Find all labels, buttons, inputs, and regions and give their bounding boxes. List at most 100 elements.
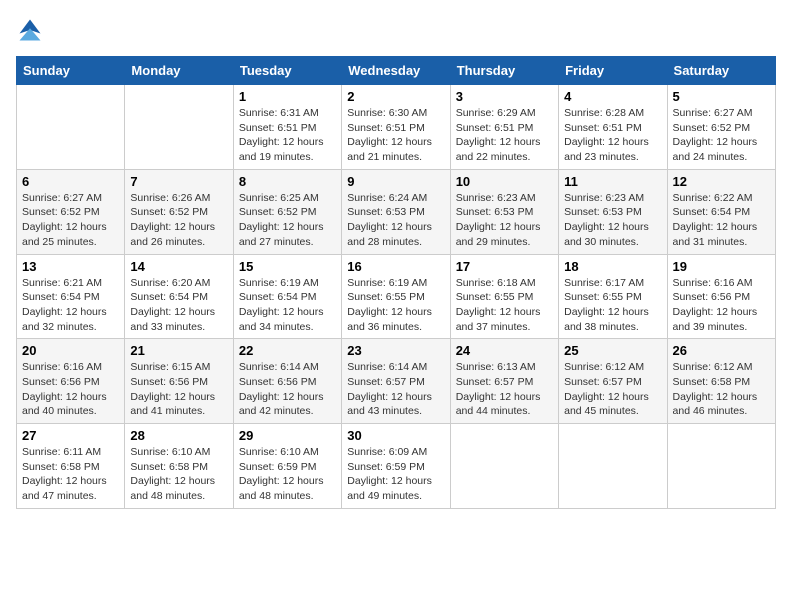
day-info: Sunrise: 6:21 AM Sunset: 6:54 PM Dayligh…	[22, 276, 119, 335]
day-info: Sunrise: 6:15 AM Sunset: 6:56 PM Dayligh…	[130, 360, 227, 419]
calendar-cell: 3 Sunrise: 6:29 AM Sunset: 6:51 PM Daylig…	[450, 85, 558, 170]
calendar-cell: 29 Sunrise: 6:10 AM Sunset: 6:59 PM Dayli…	[233, 424, 341, 509]
calendar-cell: 14Sunrise: 6:20 AM Sunset: 6:54 PM Dayli…	[125, 254, 233, 339]
calendar-cell	[667, 424, 775, 509]
logo	[16, 16, 48, 44]
day-info: Sunrise: 6:29 AM Sunset: 6:51 PM Dayligh…	[456, 106, 553, 165]
day-info: Sunrise: 6:24 AM Sunset: 6:53 PM Dayligh…	[347, 191, 444, 250]
day-info: Sunrise: 6:18 AM Sunset: 6:55 PM Dayligh…	[456, 276, 553, 335]
day-info: Sunrise: 6:27 AM Sunset: 6:52 PM Dayligh…	[22, 191, 119, 250]
calendar-cell: 25 Sunrise: 6:12 AM Sunset: 6:57 PM Dayli…	[559, 339, 667, 424]
calendar-cell: 19 Sunrise: 6:16 AM Sunset: 6:56 PM Dayli…	[667, 254, 775, 339]
calendar-cell: 15Sunrise: 6:19 AM Sunset: 6:54 PM Dayli…	[233, 254, 341, 339]
day-info: Sunrise: 6:31 AM Sunset: 6:51 PM Dayligh…	[239, 106, 336, 165]
col-tuesday: Tuesday	[233, 57, 341, 85]
day-number: 19	[673, 259, 770, 274]
calendar-cell: 16Sunrise: 6:19 AM Sunset: 6:55 PM Dayli…	[342, 254, 450, 339]
calendar-week-5: 27 Sunrise: 6:11 AM Sunset: 6:58 PM Dayli…	[17, 424, 776, 509]
day-number: 12	[673, 174, 770, 189]
calendar-cell: 12 Sunrise: 6:22 AM Sunset: 6:54 PM Dayli…	[667, 169, 775, 254]
calendar-cell: 26 Sunrise: 6:12 AM Sunset: 6:58 PM Dayli…	[667, 339, 775, 424]
day-number: 17	[456, 259, 553, 274]
calendar-cell: 5 Sunrise: 6:27 AM Sunset: 6:52 PM Daylig…	[667, 85, 775, 170]
calendar-cell: 2 Sunrise: 6:30 AM Sunset: 6:51 PM Daylig…	[342, 85, 450, 170]
day-info: Sunrise: 6:26 AM Sunset: 6:52 PM Dayligh…	[130, 191, 227, 250]
day-number: 24	[456, 343, 553, 358]
calendar-header: Sunday Monday Tuesday Wednesday Thursday…	[17, 57, 776, 85]
day-number: 26	[673, 343, 770, 358]
day-number: 5	[673, 89, 770, 104]
day-number: 1	[239, 89, 336, 104]
day-number: 16	[347, 259, 444, 274]
col-thursday: Thursday	[450, 57, 558, 85]
calendar-cell: 10 Sunrise: 6:23 AM Sunset: 6:53 PM Dayli…	[450, 169, 558, 254]
calendar-cell: 22 Sunrise: 6:14 AM Sunset: 6:56 PM Dayli…	[233, 339, 341, 424]
calendar-cell	[450, 424, 558, 509]
day-info: Sunrise: 6:16 AM Sunset: 6:56 PM Dayligh…	[22, 360, 119, 419]
day-info: Sunrise: 6:30 AM Sunset: 6:51 PM Dayligh…	[347, 106, 444, 165]
day-info: Sunrise: 6:23 AM Sunset: 6:53 PM Dayligh…	[456, 191, 553, 250]
day-info: Sunrise: 6:10 AM Sunset: 6:58 PM Dayligh…	[130, 445, 227, 504]
calendar-cell: 20 Sunrise: 6:16 AM Sunset: 6:56 PM Dayli…	[17, 339, 125, 424]
day-number: 2	[347, 89, 444, 104]
day-info: Sunrise: 6:16 AM Sunset: 6:56 PM Dayligh…	[673, 276, 770, 335]
calendar-cell: 23Sunrise: 6:14 AM Sunset: 6:57 PM Dayli…	[342, 339, 450, 424]
day-number: 14	[130, 259, 227, 274]
calendar-week-3: 13 Sunrise: 6:21 AM Sunset: 6:54 PM Dayli…	[17, 254, 776, 339]
day-info: Sunrise: 6:28 AM Sunset: 6:51 PM Dayligh…	[564, 106, 661, 165]
day-info: Sunrise: 6:27 AM Sunset: 6:52 PM Dayligh…	[673, 106, 770, 165]
day-number: 11	[564, 174, 661, 189]
calendar-cell: 17 Sunrise: 6:18 AM Sunset: 6:55 PM Dayli…	[450, 254, 558, 339]
day-number: 4	[564, 89, 661, 104]
day-info: Sunrise: 6:10 AM Sunset: 6:59 PM Dayligh…	[239, 445, 336, 504]
day-number: 15	[239, 259, 336, 274]
calendar-cell: 27 Sunrise: 6:11 AM Sunset: 6:58 PM Dayli…	[17, 424, 125, 509]
calendar-cell	[559, 424, 667, 509]
day-number: 18	[564, 259, 661, 274]
day-number: 27	[22, 428, 119, 443]
col-saturday: Saturday	[667, 57, 775, 85]
day-number: 21	[130, 343, 227, 358]
day-number: 25	[564, 343, 661, 358]
day-number: 22	[239, 343, 336, 358]
day-number: 10	[456, 174, 553, 189]
day-number: 20	[22, 343, 119, 358]
day-info: Sunrise: 6:09 AM Sunset: 6:59 PM Dayligh…	[347, 445, 444, 504]
logo-icon	[16, 16, 44, 44]
calendar-cell: 28 Sunrise: 6:10 AM Sunset: 6:58 PM Dayli…	[125, 424, 233, 509]
calendar-table: Sunday Monday Tuesday Wednesday Thursday…	[16, 56, 776, 509]
day-info: Sunrise: 6:13 AM Sunset: 6:57 PM Dayligh…	[456, 360, 553, 419]
day-number: 8	[239, 174, 336, 189]
day-info: Sunrise: 6:11 AM Sunset: 6:58 PM Dayligh…	[22, 445, 119, 504]
calendar-cell: 9 Sunrise: 6:24 AM Sunset: 6:53 PM Daylig…	[342, 169, 450, 254]
calendar-cell: 6 Sunrise: 6:27 AM Sunset: 6:52 PM Daylig…	[17, 169, 125, 254]
day-number: 9	[347, 174, 444, 189]
day-info: Sunrise: 6:17 AM Sunset: 6:55 PM Dayligh…	[564, 276, 661, 335]
day-number: 3	[456, 89, 553, 104]
day-info: Sunrise: 6:12 AM Sunset: 6:58 PM Dayligh…	[673, 360, 770, 419]
calendar-cell: 7Sunrise: 6:26 AM Sunset: 6:52 PM Daylig…	[125, 169, 233, 254]
calendar-cell: 8Sunrise: 6:25 AM Sunset: 6:52 PM Daylig…	[233, 169, 341, 254]
calendar-cell: 1 Sunrise: 6:31 AM Sunset: 6:51 PM Daylig…	[233, 85, 341, 170]
calendar-cell: 4 Sunrise: 6:28 AM Sunset: 6:51 PM Daylig…	[559, 85, 667, 170]
day-info: Sunrise: 6:12 AM Sunset: 6:57 PM Dayligh…	[564, 360, 661, 419]
col-monday: Monday	[125, 57, 233, 85]
calendar-cell	[125, 85, 233, 170]
day-number: 6	[22, 174, 119, 189]
day-number: 28	[130, 428, 227, 443]
day-number: 29	[239, 428, 336, 443]
calendar-cell: 13 Sunrise: 6:21 AM Sunset: 6:54 PM Dayli…	[17, 254, 125, 339]
calendar-cell: 21 Sunrise: 6:15 AM Sunset: 6:56 PM Dayli…	[125, 339, 233, 424]
page-header	[16, 16, 776, 44]
calendar-cell: 30 Sunrise: 6:09 AM Sunset: 6:59 PM Dayli…	[342, 424, 450, 509]
day-number: 30	[347, 428, 444, 443]
day-number: 13	[22, 259, 119, 274]
calendar-week-1: 1 Sunrise: 6:31 AM Sunset: 6:51 PM Daylig…	[17, 85, 776, 170]
day-info: Sunrise: 6:14 AM Sunset: 6:56 PM Dayligh…	[239, 360, 336, 419]
calendar-cell: 11 Sunrise: 6:23 AM Sunset: 6:53 PM Dayli…	[559, 169, 667, 254]
day-info: Sunrise: 6:23 AM Sunset: 6:53 PM Dayligh…	[564, 191, 661, 250]
calendar-cell	[17, 85, 125, 170]
calendar-cell: 18 Sunrise: 6:17 AM Sunset: 6:55 PM Dayli…	[559, 254, 667, 339]
col-friday: Friday	[559, 57, 667, 85]
day-info: Sunrise: 6:22 AM Sunset: 6:54 PM Dayligh…	[673, 191, 770, 250]
